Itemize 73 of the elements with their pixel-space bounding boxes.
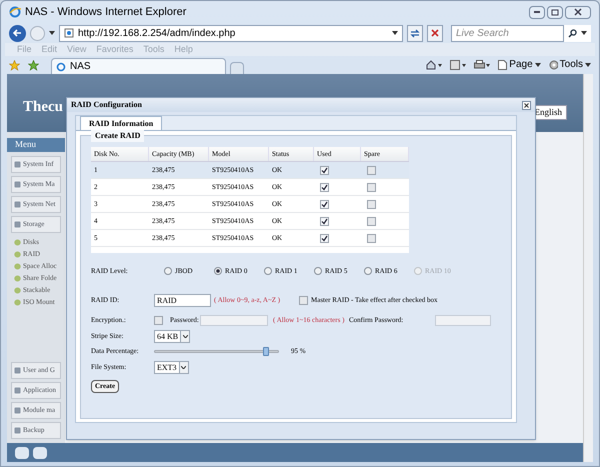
dropdown-icon <box>585 62 591 66</box>
menu-icon <box>14 427 21 434</box>
checkbox[interactable] <box>154 316 163 324</box>
menu-icon <box>14 161 21 168</box>
menu-icon <box>14 387 21 394</box>
page-icon <box>498 60 508 70</box>
checkbox[interactable] <box>320 200 329 208</box>
checkbox[interactable] <box>367 166 376 174</box>
close-icon <box>524 102 529 108</box>
checkbox[interactable] <box>320 166 329 174</box>
browser-icon <box>56 62 66 72</box>
logo: Thecu <box>23 98 64 116</box>
back-button[interactable] <box>9 24 26 42</box>
select-field[interactable]: EXT3 <box>154 361 189 374</box>
feed-icon[interactable] <box>450 60 466 70</box>
refresh-button[interactable] <box>407 24 423 42</box>
stop-icon <box>431 29 439 37</box>
add-favorites-icon[interactable] <box>28 60 39 71</box>
search-icon[interactable] <box>568 28 577 38</box>
home-icon[interactable] <box>426 60 442 70</box>
close-button[interactable] <box>565 6 591 18</box>
menu-header: Menu <box>7 138 65 152</box>
dropdown-icon[interactable] <box>581 31 587 35</box>
chevron-down-icon <box>181 366 186 369</box>
stop-button[interactable] <box>427 24 443 42</box>
taskbar-button[interactable] <box>15 447 29 459</box>
close-button[interactable] <box>522 100 531 110</box>
maximize-button[interactable] <box>547 6 563 18</box>
menu-icon <box>14 407 21 414</box>
menu-icon <box>14 201 21 208</box>
window-title: NAS - Windows Internet Explorer <box>25 4 186 20</box>
checkbox[interactable] <box>367 182 376 192</box>
favorites-star-icon[interactable] <box>9 60 20 71</box>
select-field[interactable]: 64 KB <box>154 330 190 343</box>
browser-icon <box>9 6 21 18</box>
slider-thumb[interactable] <box>262 347 269 356</box>
checkbox[interactable] <box>320 182 329 192</box>
checkbox[interactable] <box>320 216 329 226</box>
minimize-icon <box>533 10 541 14</box>
vertical-scrollbar[interactable] <box>583 74 593 462</box>
browser-tab[interactable]: NAS <box>51 58 226 74</box>
maximize-icon <box>551 8 559 16</box>
toolbar-button[interactable]: Page <box>498 57 541 72</box>
dropdown-icon[interactable] <box>392 31 398 35</box>
dropdown-icon <box>534 62 541 66</box>
gear-icon <box>548 60 558 70</box>
checkbox[interactable] <box>320 234 329 242</box>
address-field[interactable]: http://192.168.2.254/adm/index.php <box>59 24 403 42</box>
checkbox[interactable] <box>367 200 376 208</box>
dropdown-icon[interactable] <box>49 31 55 35</box>
confirm-password-field[interactable] <box>435 314 491 326</box>
slider-track[interactable] <box>154 350 279 353</box>
chevron-down-icon <box>182 335 188 338</box>
menu-icon <box>14 221 21 228</box>
menu-icon <box>14 181 21 188</box>
minimize-button[interactable] <box>529 6 545 18</box>
page-icon <box>64 28 74 38</box>
checkbox[interactable] <box>367 216 376 226</box>
printer-icon[interactable] <box>474 60 490 70</box>
input-field[interactable]: RAID <box>154 294 211 306</box>
close-icon <box>574 8 582 16</box>
back-arrow-icon <box>13 29 22 37</box>
refresh-icon <box>410 28 420 38</box>
password-field[interactable] <box>200 314 268 326</box>
checkbox[interactable] <box>299 296 308 304</box>
dialog-title: RAID Configuration <box>71 99 143 111</box>
taskbar-button[interactable] <box>33 447 47 459</box>
toolbar-button[interactable]: Tools <box>548 57 591 72</box>
menu-icon <box>14 367 21 374</box>
section-title: Create RAID <box>91 130 144 142</box>
search-field[interactable]: Live Search <box>451 24 564 42</box>
dialog-tab[interactable]: RAID Information <box>80 116 162 130</box>
checkbox[interactable] <box>367 234 376 242</box>
